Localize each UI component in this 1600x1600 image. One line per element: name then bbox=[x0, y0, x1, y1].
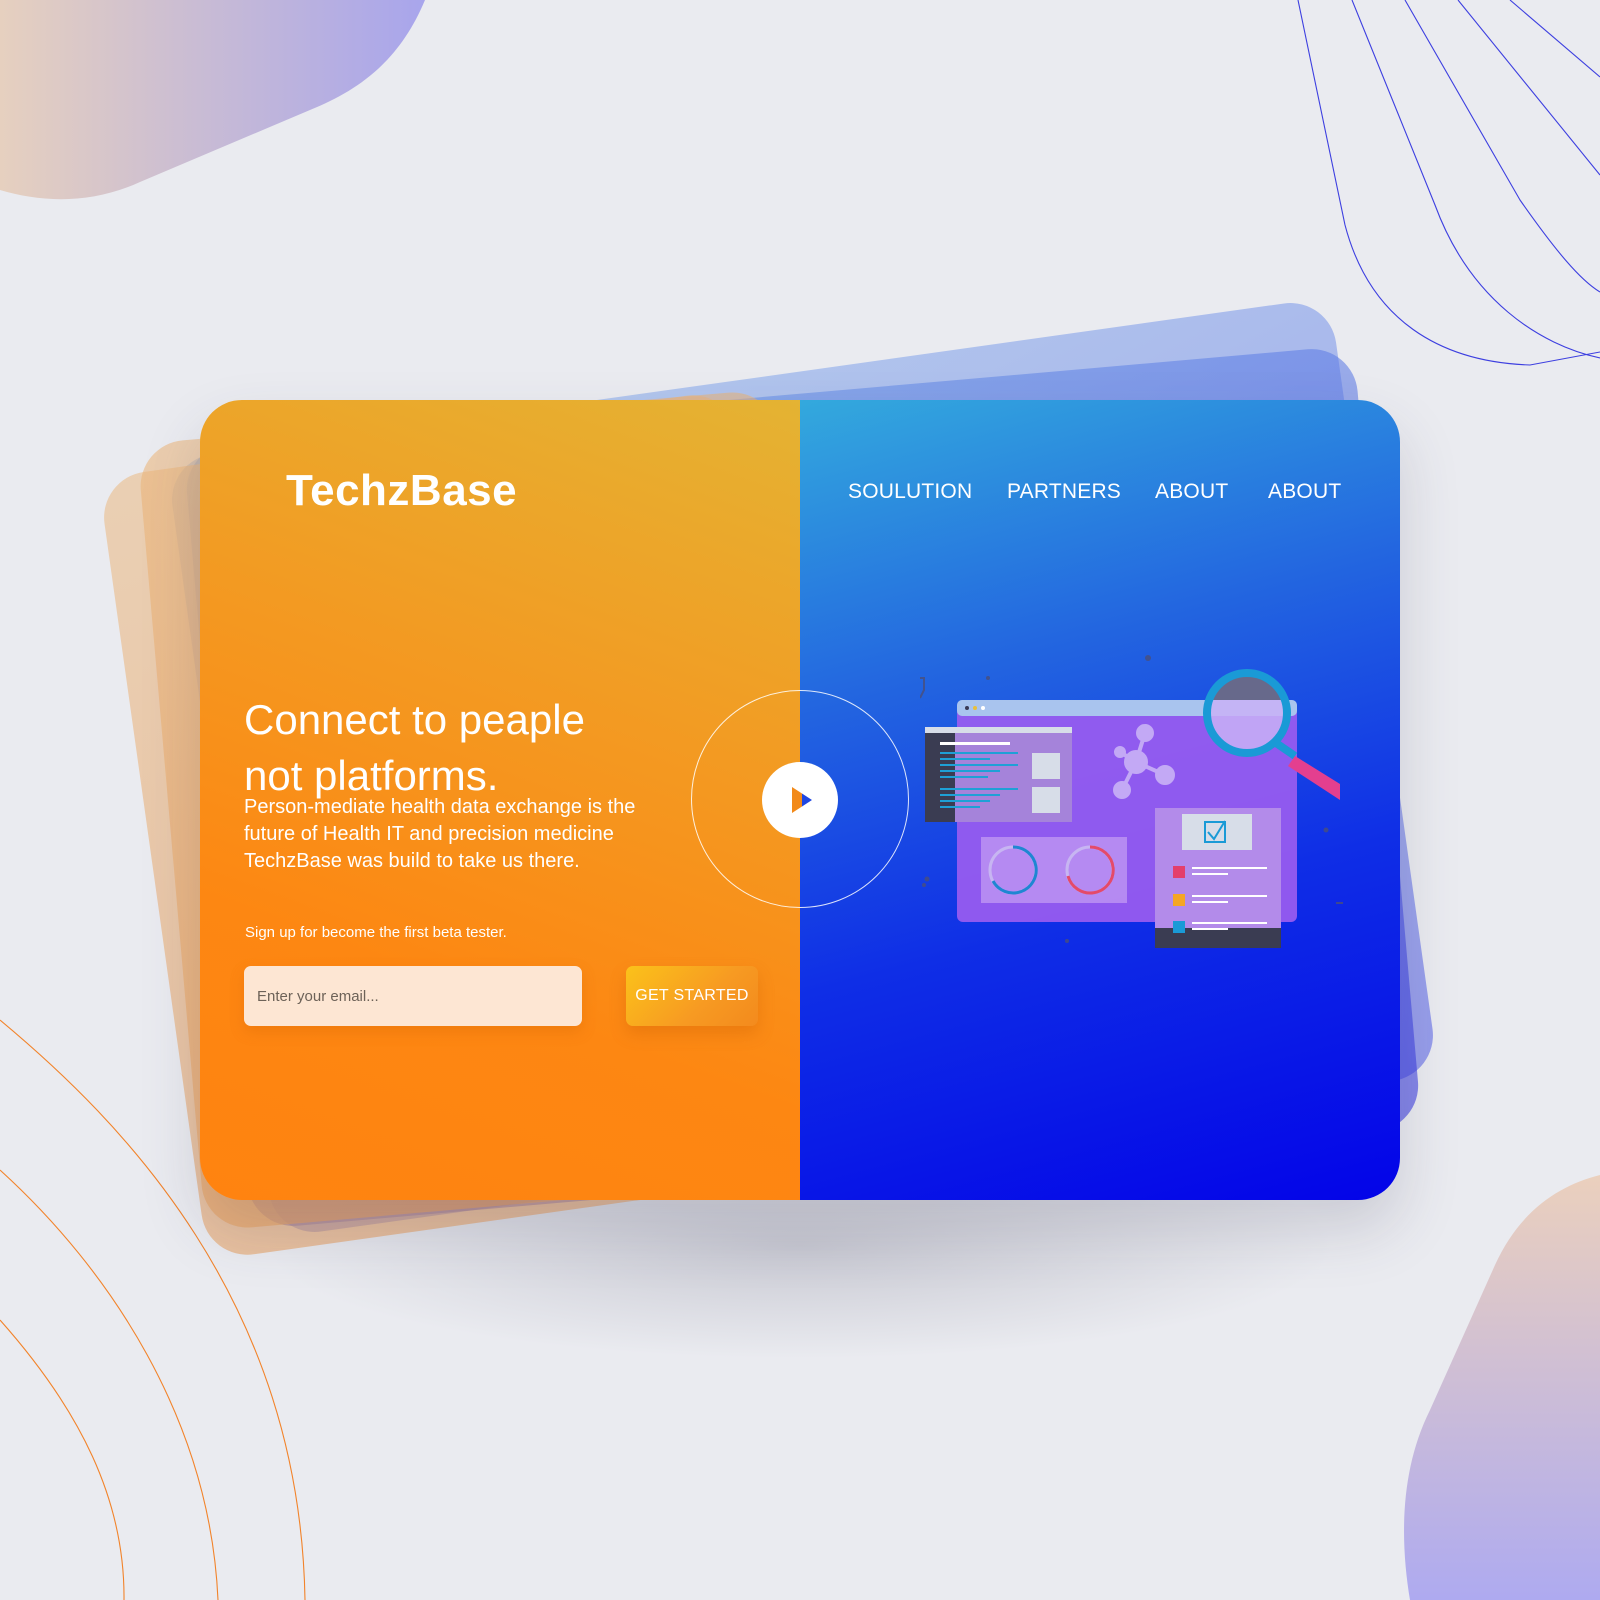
checklist-panel bbox=[1155, 808, 1281, 948]
signup-label: Sign up for become the first beta tester… bbox=[245, 924, 507, 941]
hero-description: Person-mediate health data exchange is t… bbox=[244, 796, 636, 872]
get-started-button[interactable]: GET STARTED bbox=[626, 966, 758, 1026]
nav-item-soulution[interactable]: SOULUTION bbox=[848, 480, 972, 504]
play-button[interactable] bbox=[762, 762, 838, 838]
nav-item-about[interactable]: ABOUT bbox=[1155, 480, 1228, 504]
hero-headline-line-1: Connect to peaple bbox=[244, 696, 585, 744]
nav-item-about-2[interactable]: ABOUT bbox=[1268, 480, 1341, 504]
top-right-lines bbox=[1297, 0, 1600, 366]
hero-headline: Connect to peaple not platforms. bbox=[244, 692, 764, 804]
top-left-blob bbox=[0, 0, 425, 200]
dashboard-illustration bbox=[920, 655, 1343, 948]
play-icon bbox=[792, 787, 812, 813]
chart-panel bbox=[981, 837, 1127, 903]
landing-card: TechzBase SOULUTION PARTNERS ABOUT ABOUT… bbox=[200, 400, 1400, 1200]
email-input[interactable] bbox=[244, 966, 582, 1026]
code-panel bbox=[925, 727, 1072, 822]
bottom-right-blob bbox=[1404, 1175, 1600, 1600]
nav-item-partners[interactable]: PARTNERS bbox=[1007, 480, 1121, 504]
main-nav: SOULUTION PARTNERS ABOUT ABOUT bbox=[200, 480, 1400, 510]
